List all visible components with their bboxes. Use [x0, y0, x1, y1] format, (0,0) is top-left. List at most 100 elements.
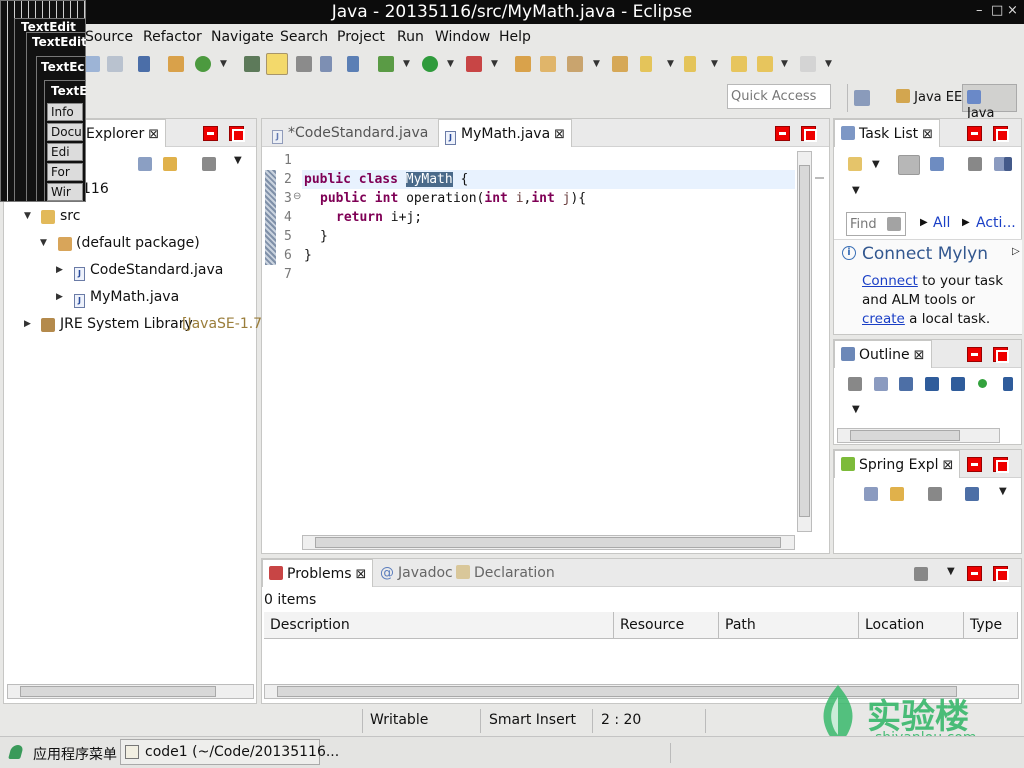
back-icon[interactable]	[757, 56, 773, 72]
mark-occurrences-icon[interactable]	[266, 53, 288, 75]
menu-help[interactable]: Help	[499, 29, 531, 45]
minimize-button[interactable]: –	[976, 3, 983, 18]
toggle-breakpoint-icon[interactable]	[138, 56, 150, 72]
new-java-project-icon[interactable]	[515, 56, 531, 72]
outline-horizontal-scrollbar[interactable]	[837, 428, 1000, 443]
external-tools-icon[interactable]	[466, 56, 482, 72]
taskbar-window-item[interactable]: code1 (~/Code/20135116...	[120, 739, 339, 765]
tab-task-list[interactable]: Task List ⊠	[834, 119, 941, 147]
menu-item-windows[interactable]: Wir	[47, 183, 83, 201]
overview-ruler-mark[interactable]	[815, 177, 824, 179]
maximize-button[interactable]: □	[991, 3, 1003, 18]
chevron-down-icon[interactable]: ▼	[781, 59, 788, 69]
perspective-java[interactable]: Java	[962, 84, 1017, 121]
open-perspective-icon[interactable]	[854, 90, 870, 106]
hide-fields-icon[interactable]	[925, 377, 939, 391]
print-icon[interactable]	[107, 56, 123, 72]
minimize-view-button[interactable]	[203, 126, 218, 141]
code-line-6[interactable]: }	[304, 248, 312, 267]
code-line-3[interactable]: public int operation(int i,int j){	[320, 191, 586, 210]
chevron-down-icon[interactable]: ▼	[667, 59, 674, 69]
maximize-view-button[interactable]	[993, 347, 1009, 363]
hide-non-public-icon[interactable]	[978, 379, 987, 388]
code-line-2[interactable]: public class MyMath {	[304, 172, 468, 191]
code-line-5[interactable]: }	[320, 229, 328, 248]
chevron-down-icon[interactable]: ▼	[40, 238, 47, 248]
tab-outline[interactable]: Outline ⊠	[834, 340, 932, 368]
scrollbar-thumb[interactable]	[799, 165, 810, 517]
focus-icon[interactable]	[848, 377, 862, 391]
close-icon[interactable]: ⊠	[943, 458, 954, 473]
chevron-down-icon[interactable]: ▼	[24, 211, 31, 221]
close-icon[interactable]: ⊠	[914, 348, 925, 363]
menu-item-format[interactable]: For	[47, 163, 83, 181]
menu-project[interactable]: Project	[337, 29, 385, 45]
maximize-view-button[interactable]	[229, 126, 245, 142]
close-icon[interactable]: ⊠	[554, 127, 565, 142]
menu-search[interactable]: Search	[280, 29, 328, 45]
perspective-java-ee[interactable]: Java EE	[892, 84, 966, 112]
save-icon[interactable]	[84, 56, 100, 72]
chevron-down-icon[interactable]: ▼	[447, 59, 454, 69]
explorer-horizontal-scrollbar[interactable]	[7, 684, 254, 699]
menu-item-edit[interactable]: Edi	[47, 143, 83, 161]
editor-vertical-scrollbar[interactable]	[797, 151, 812, 532]
scrollbar-thumb[interactable]	[850, 430, 960, 441]
close-icon[interactable]: ⊠	[356, 567, 367, 582]
collapse-all-icon[interactable]	[864, 487, 878, 501]
close-icon[interactable]: ⊠	[148, 127, 159, 142]
tab-javadoc[interactable]: @ Javadoc	[374, 559, 459, 587]
maximize-view-button[interactable]	[801, 126, 817, 142]
chevron-right-icon[interactable]: ▶	[56, 292, 63, 302]
show-whitespace-icon[interactable]	[296, 56, 312, 72]
menu-source[interactable]: Source	[85, 29, 133, 45]
chevron-right-icon[interactable]: ▶	[24, 319, 31, 329]
column-header-description[interactable]: Description	[264, 612, 614, 639]
code-line-4[interactable]: return i+j;	[336, 210, 422, 229]
mylyn-create-link[interactable]: create	[862, 311, 905, 327]
chevron-down-icon[interactable]: ▼	[593, 59, 600, 69]
focus-icon[interactable]	[968, 157, 982, 171]
menu-item-document[interactable]: Docu	[47, 123, 83, 141]
filter-activate-link[interactable]: Acti...	[976, 215, 1016, 231]
chevron-down-icon[interactable]: ▼	[711, 59, 718, 69]
hide-static-icon[interactable]	[951, 377, 965, 391]
sort-icon[interactable]	[965, 487, 979, 501]
column-header-location[interactable]: Location	[859, 612, 964, 639]
chevron-down-icon[interactable]: ▼	[825, 59, 832, 69]
filter-all-link[interactable]: All	[933, 215, 950, 231]
chevron-right-icon[interactable]: ▶	[56, 265, 63, 275]
filter-icon[interactable]	[928, 487, 942, 501]
minimize-view-button[interactable]	[775, 126, 790, 141]
column-header-resource[interactable]: Resource	[614, 612, 719, 639]
tab-codestandard[interactable]: J *CodeStandard.java	[266, 119, 434, 147]
close-button[interactable]: ×	[1007, 3, 1018, 18]
new-package-icon[interactable]	[540, 56, 556, 72]
chevron-down-icon[interactable]: ▼	[872, 159, 880, 170]
scrollbar-thumb[interactable]	[315, 537, 781, 548]
hide-local-types-icon[interactable]	[1003, 377, 1013, 391]
task-find-input[interactable]: Find	[846, 212, 906, 236]
run-icon[interactable]	[422, 56, 438, 72]
maximize-view-button[interactable]	[993, 126, 1009, 142]
new-server-icon[interactable]	[168, 56, 184, 72]
last-edit-icon[interactable]	[731, 56, 747, 72]
tab-package-explorer[interactable]: Explorer ⊠	[79, 119, 167, 147]
forward-icon[interactable]	[800, 56, 816, 72]
column-header-path[interactable]: Path	[719, 612, 859, 639]
chevron-down-icon[interactable]: ▼	[947, 566, 955, 577]
find-user-icon[interactable]	[887, 217, 901, 231]
chevron-down-icon[interactable]: ▼	[852, 404, 860, 415]
link-with-editor-icon[interactable]	[890, 487, 904, 501]
menu-run[interactable]: Run	[397, 29, 424, 45]
focus-icon[interactable]	[914, 567, 928, 581]
collapse-all-icon[interactable]	[874, 377, 888, 391]
view-menu-icon[interactable]	[202, 157, 216, 171]
open-type-icon[interactable]	[244, 56, 260, 72]
column-header-type[interactable]: Type	[964, 612, 1018, 639]
tab-declaration[interactable]: Declaration	[450, 559, 561, 587]
debug-icon[interactable]	[378, 56, 394, 72]
chevron-down-icon[interactable]: ▼	[491, 59, 498, 69]
new-class-icon[interactable]	[567, 56, 583, 72]
chevron-down-icon[interactable]: ▼	[234, 155, 242, 166]
